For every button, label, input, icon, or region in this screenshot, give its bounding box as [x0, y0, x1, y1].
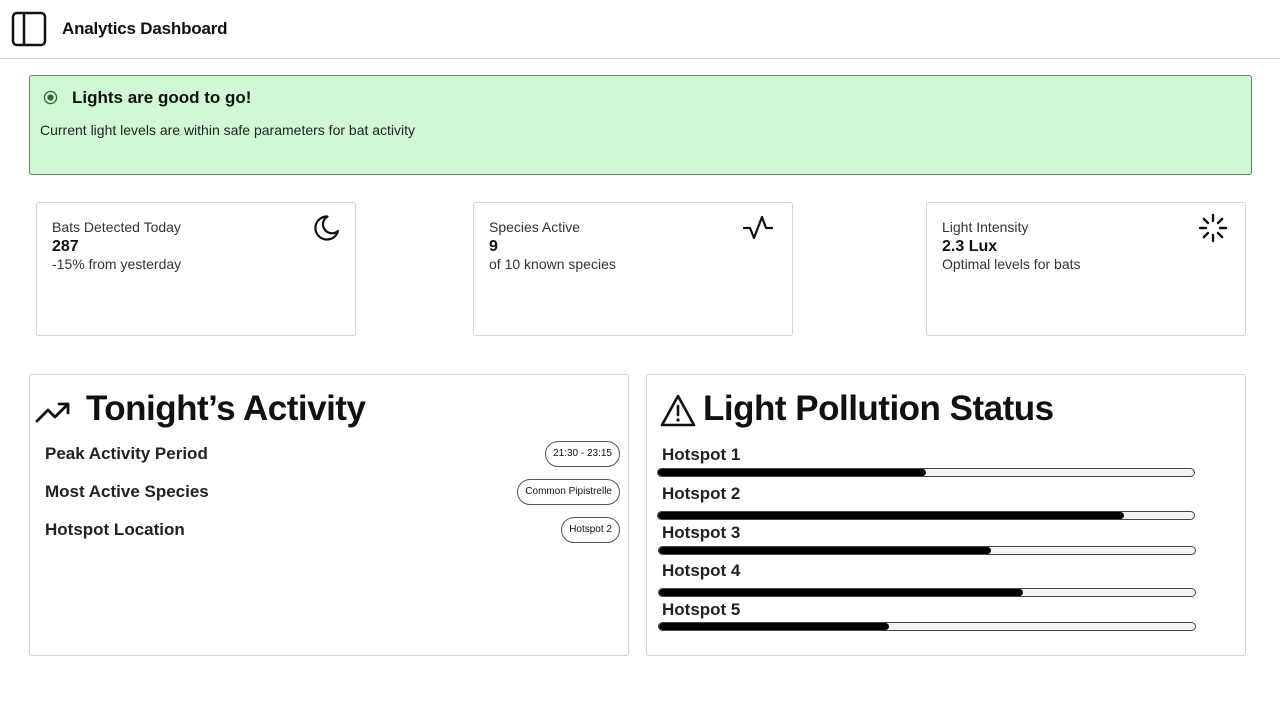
warning-triangle-icon: [660, 394, 696, 427]
hotspot-label: Hotspot 4: [662, 561, 741, 580]
stat-value: 9: [489, 238, 498, 255]
hotspot-progress-bar: [658, 588, 1196, 597]
hotspot-progress-bar: [658, 546, 1196, 555]
activity-row: Most Active Species Common Pipistrelle: [45, 479, 620, 509]
sidebar-toggle-icon[interactable]: [11, 11, 47, 47]
top-header: Analytics Dashboard: [0, 0, 1280, 59]
activity-badge: Hotspot 2: [561, 517, 620, 543]
activity-row: Peak Activity Period 21:30 - 23:15: [45, 441, 620, 471]
stat-label: Bats Detected Today: [52, 219, 181, 235]
stat-subtext: Optimal levels for bats: [942, 256, 1081, 272]
hotspot-progress-bar: [657, 468, 1195, 477]
hotspot-label: Hotspot 2: [662, 484, 741, 503]
hotspot-label: Hotspot 1: [662, 445, 741, 464]
hotspot-label: Hotspot 5: [662, 600, 741, 619]
hotspot-progress-bar: [657, 511, 1195, 520]
hotspot-progress-fill: [658, 512, 1125, 519]
activity-label: Most Active Species: [45, 482, 209, 501]
stat-label: Light Intensity: [942, 219, 1029, 235]
stat-card-bats: Bats Detected Today 287 -15% from yester…: [36, 202, 356, 336]
alert-description: Current light levels are within safe par…: [40, 122, 416, 138]
activity-label: Hotspot Location: [45, 520, 185, 539]
status-alert: Lights are good to go! Current light lev…: [29, 75, 1252, 175]
stat-label: Species Active: [489, 219, 581, 235]
stat-card-species: Species Active 9 of 10 known species: [473, 202, 793, 336]
hotspot-progress-fill: [659, 547, 992, 554]
stat-card-light: Light Intensity 2.3 Lux Optimal levels f…: [926, 202, 1246, 336]
alert-title: Lights are good to go!: [72, 88, 252, 107]
tonights-activity-panel: Tonight’s Activity Peak Activity Period …: [29, 374, 629, 656]
panel-title: Tonight’s Activity: [86, 389, 366, 428]
hotspot-label: Hotspot 3: [662, 523, 741, 542]
activity-label: Peak Activity Period: [45, 444, 208, 463]
hotspot-progress-fill: [659, 589, 1024, 596]
activity-pulse-icon: [743, 215, 773, 240]
stat-value: 2.3 Lux: [942, 238, 998, 255]
stat-subtext: of 10 known species: [489, 256, 616, 272]
activity-badge: 21:30 - 23:15: [545, 441, 620, 467]
activity-badge: Common Pipistrelle: [517, 479, 620, 505]
hotspot-progress-bar: [658, 622, 1196, 631]
hotspot-progress-fill: [659, 623, 890, 630]
radio-dot-icon: [43, 90, 58, 105]
activity-row: Hotspot Location Hotspot 2: [45, 517, 620, 547]
app-title: Analytics Dashboard: [62, 19, 228, 38]
light-pollution-panel: Light Pollution Status Hotspot 1 Hotspot…: [646, 374, 1246, 656]
stat-value: 287: [52, 238, 79, 255]
trending-up-icon: [35, 402, 70, 423]
stat-subtext: -15% from yesterday: [52, 256, 182, 272]
panel-title: Light Pollution Status: [703, 389, 1054, 428]
hotspot-progress-fill: [658, 469, 926, 476]
loader-icon: [1198, 213, 1228, 243]
moon-icon: [314, 215, 340, 241]
